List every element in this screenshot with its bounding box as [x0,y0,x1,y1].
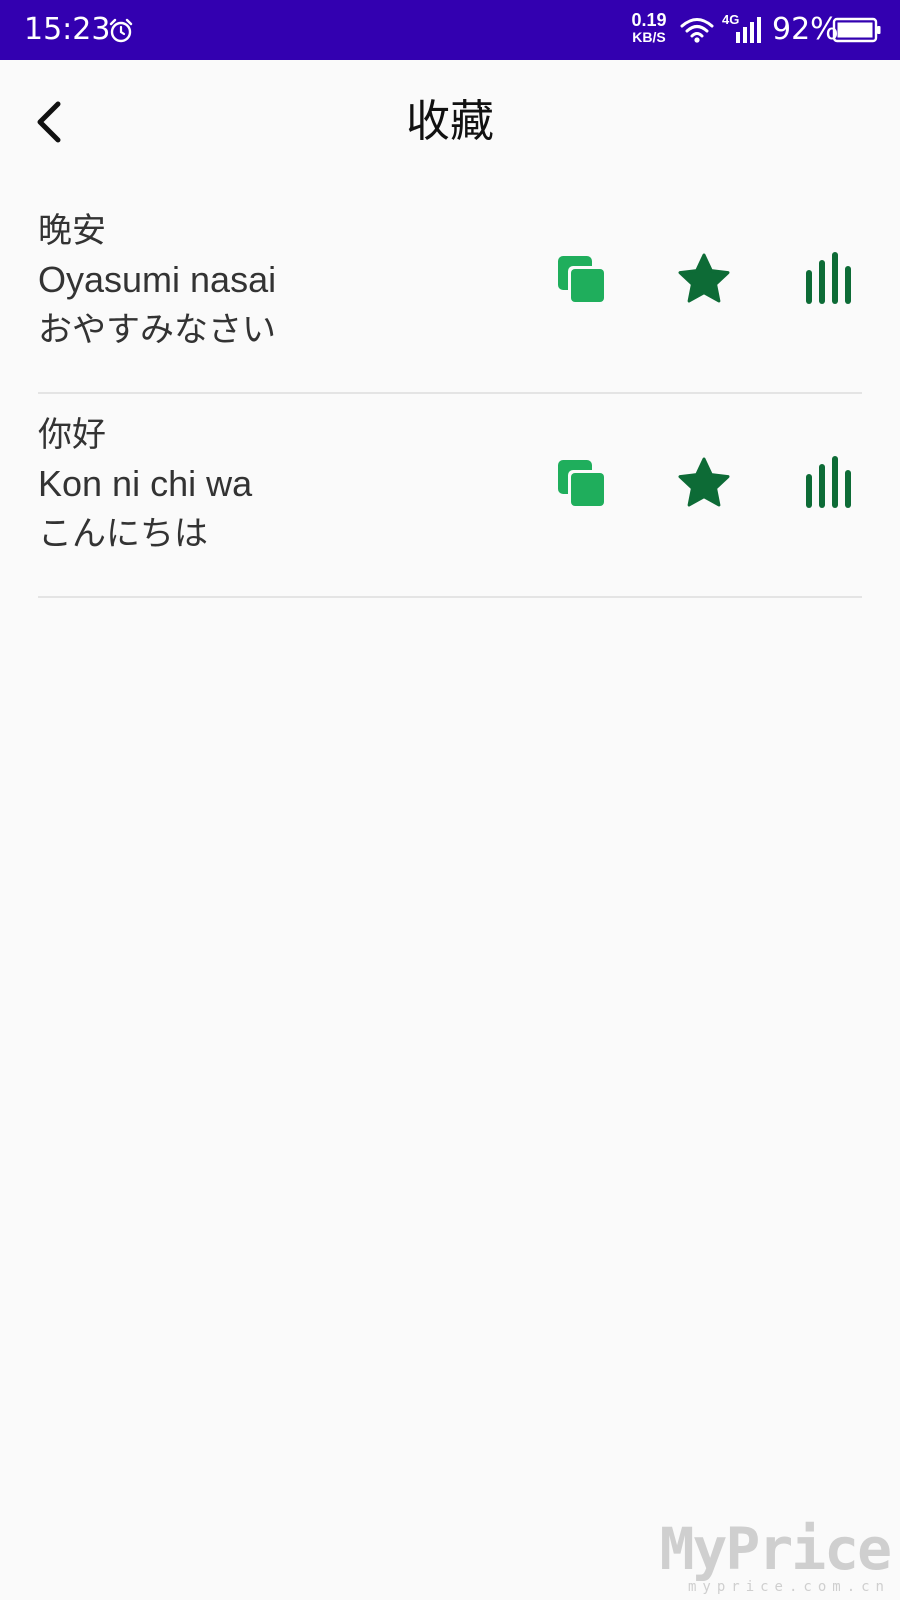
phrase-chinese: 你好 [38,415,106,455]
network-speed-value: 0.19 [631,10,667,30]
play-audio-button[interactable] [798,250,858,310]
copy-button[interactable] [552,250,612,310]
page-title: 收藏 [406,96,494,147]
list-item[interactable]: 你好 Kon ni chi wa こんにちは [38,412,862,598]
phrase-chinese: 晚安 [38,211,106,251]
audio-icon [806,252,851,304]
phrase-kana: こんにちは [38,514,208,554]
phrase-actions [552,454,862,514]
status-bar: 15:23 0.19 KB/S 4G 92% [0,0,900,60]
wifi-icon [680,18,714,43]
favorite-star-button[interactable] [674,454,734,514]
favorites-list: 晚安 Oyasumi nasai おやすみなさい 你好 Kon ni chi w… [38,208,862,616]
audio-icon [806,456,851,508]
phrase-actions [552,250,862,310]
watermark-domain: myprice.com.cn [687,1579,890,1595]
phrase-text: 晚安 Oyasumi nasai おやすみなさい [38,208,276,354]
phrase-romaji: Oyasumi nasai [38,259,277,300]
signal-icon [736,17,761,43]
app-bar: 收藏 [0,60,900,184]
network-speed-unit: KB/S [632,29,666,45]
phrase-text: 你好 Kon ni chi wa こんにちは [38,412,252,558]
list-item[interactable]: 晚安 Oyasumi nasai おやすみなさい [38,208,862,394]
watermark: MyPrice myprice.com.cn [659,1515,892,1596]
network-speed: 0.19 KB/S [626,10,672,46]
battery-percent: 92% [772,12,839,47]
star-icon [678,253,730,303]
copy-icon [558,256,606,304]
copy-icon [558,460,606,508]
status-time: 15:23 [24,12,111,47]
phrase-romaji: Kon ni chi wa [38,463,253,504]
favorite-star-button[interactable] [674,250,734,310]
copy-button[interactable] [552,454,612,514]
play-audio-button[interactable] [798,454,858,514]
alarm-icon [109,18,133,43]
battery-icon [832,17,881,43]
phrase-kana: おやすみなさい [38,310,276,350]
watermark-brand: MyPrice [659,1515,892,1583]
star-icon [678,457,730,507]
